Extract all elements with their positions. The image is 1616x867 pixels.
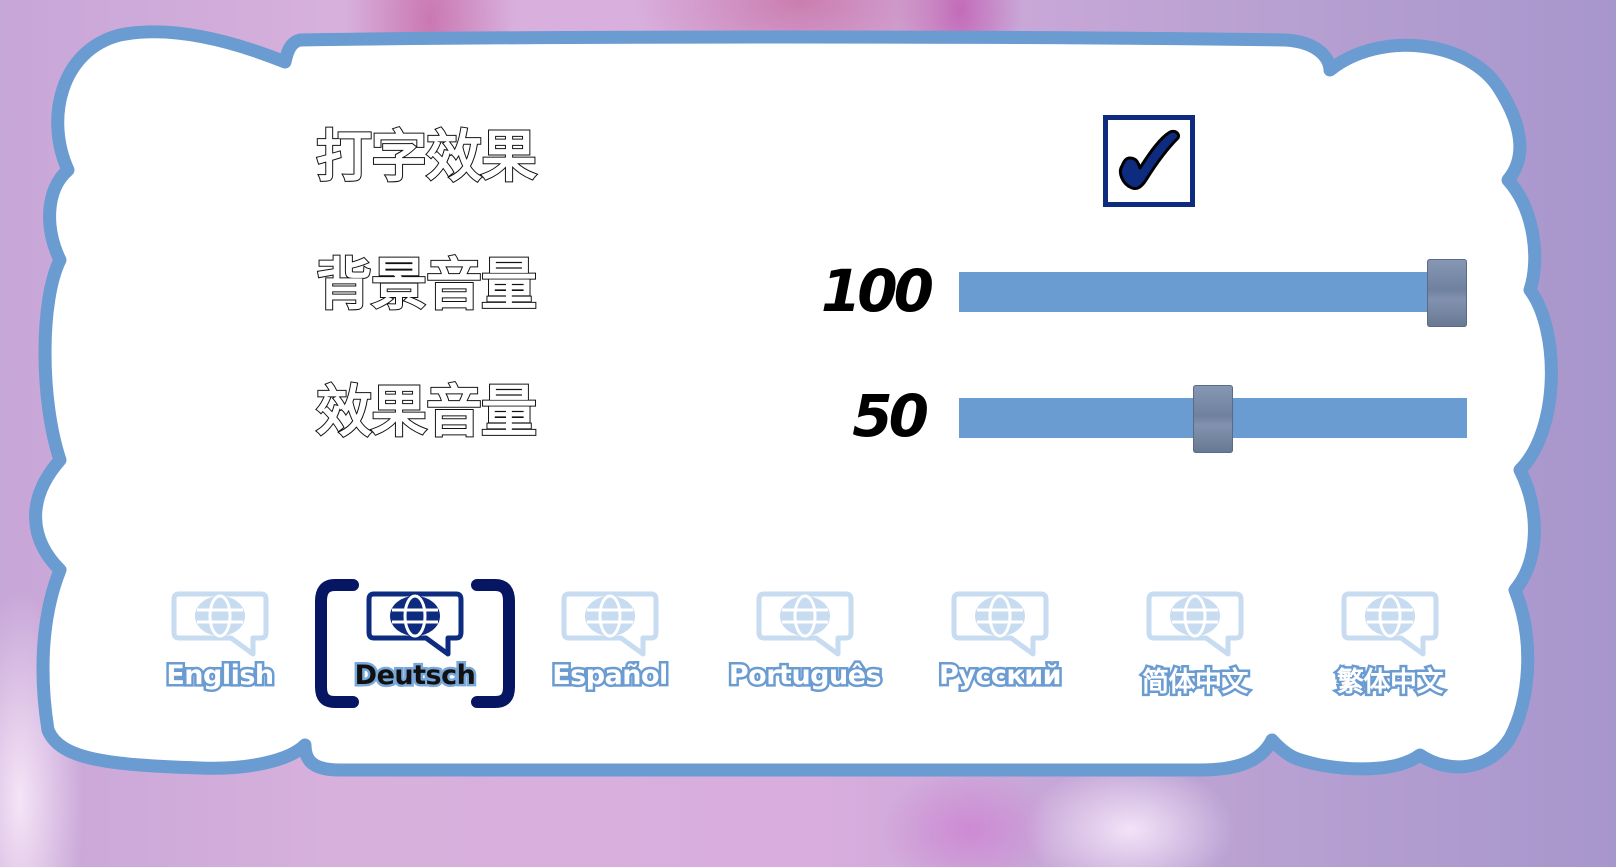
language-option-繁体中文[interactable]: 繁体中文 [1310,580,1470,710]
bgm-volume-slider-handle[interactable] [1427,259,1467,327]
bgm-volume-value: 100 [820,257,934,325]
language-label: 简体中文 [1140,665,1252,701]
globe-speech-bubble-icon [561,591,659,657]
sfx-volume-slider[interactable] [959,385,1467,453]
sfx-volume-label: 效果音量 [315,380,538,445]
typing-effect-label: 打字效果 [315,125,538,190]
globe-speech-bubble-icon [1146,591,1244,657]
language-option-English[interactable]: English [140,580,300,710]
language-label: 繁体中文 [1335,665,1447,701]
globe-speech-bubble-icon [171,591,269,657]
bgm-volume-slider[interactable] [959,259,1467,327]
language-option-Português[interactable]: Português [725,580,885,710]
bgm-volume-label: 背景音量 [315,253,538,318]
sfx-volume-value: 50 [852,382,929,450]
typing-effect-checkbox[interactable] [1103,115,1195,207]
checkmark-icon [1118,130,1180,190]
globe-speech-bubble-icon [951,591,1049,657]
language-option-Español[interactable]: Español [530,580,690,710]
sfx-volume-slider-handle[interactable] [1193,385,1233,453]
language-label: Deutsch [352,658,478,694]
globe-speech-bubble-icon [366,591,464,657]
language-option-Deutsch[interactable]: Deutsch [335,580,495,710]
globe-speech-bubble-icon [1341,591,1439,657]
language-label: English [164,658,277,694]
globe-speech-bubble-icon [756,591,854,657]
language-option-Русский[interactable]: Русский [920,580,1080,710]
language-label: Русский [936,658,1064,694]
language-label: Português [726,658,884,694]
language-option-简体中文[interactable]: 简体中文 [1115,580,1275,710]
language-label: Español [550,658,671,694]
